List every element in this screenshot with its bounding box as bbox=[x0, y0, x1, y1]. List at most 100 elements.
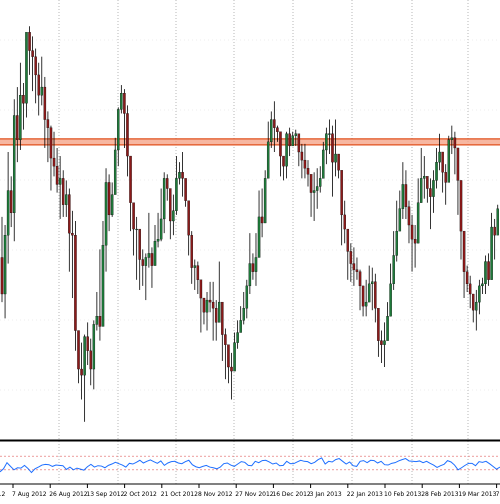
candle-body-down bbox=[196, 265, 200, 280]
candle bbox=[199, 279, 203, 333]
candle-body-up bbox=[389, 283, 392, 317]
candle-body-up bbox=[285, 133, 288, 167]
candle-body-down bbox=[71, 232, 74, 236]
candle-body-down bbox=[16, 115, 19, 140]
resistance-zone bbox=[0, 138, 500, 146]
candle-body-down bbox=[221, 301, 224, 335]
candle bbox=[95, 291, 99, 331]
candle-body-down bbox=[214, 308, 218, 323]
candle-body-down bbox=[55, 166, 59, 185]
candle-body-up bbox=[117, 109, 120, 151]
candle-body-up bbox=[328, 133, 331, 135]
candle bbox=[426, 176, 429, 203]
candle-body-up bbox=[263, 178, 267, 224]
candle bbox=[315, 168, 319, 209]
candle-body-up bbox=[401, 184, 405, 209]
candle-body-down bbox=[129, 155, 132, 203]
candle-body-up bbox=[475, 301, 478, 311]
candle-body-up bbox=[162, 178, 166, 220]
candle-body-down bbox=[211, 301, 215, 309]
candle-body-down bbox=[456, 147, 460, 181]
candle-body-up bbox=[144, 257, 148, 266]
candle-body-down bbox=[343, 214, 346, 230]
candle bbox=[110, 182, 114, 217]
candle bbox=[196, 261, 200, 294]
candle-body-down bbox=[306, 168, 310, 175]
candle-body-up bbox=[364, 301, 368, 307]
candle-body-up bbox=[95, 316, 99, 325]
candle-body-down bbox=[141, 259, 145, 266]
candle-body-down bbox=[31, 50, 34, 57]
candle bbox=[459, 180, 463, 260]
candle-body-down bbox=[404, 184, 408, 207]
candle-body-down bbox=[346, 228, 350, 252]
candle-body-down bbox=[0, 257, 4, 295]
candle bbox=[468, 275, 472, 309]
candle bbox=[22, 83, 25, 130]
candle bbox=[429, 178, 432, 230]
candle-body-down bbox=[331, 133, 334, 163]
candle bbox=[322, 141, 325, 179]
candle-body-down bbox=[68, 194, 71, 234]
candle bbox=[25, 32, 28, 118]
candle-body-down bbox=[337, 153, 340, 171]
candle-body-up bbox=[120, 93, 123, 110]
candle bbox=[300, 143, 304, 179]
candle-body-up bbox=[419, 178, 423, 203]
candle-body-down bbox=[444, 172, 447, 183]
candle bbox=[49, 125, 53, 191]
candle-body-down bbox=[468, 283, 472, 295]
candle-body-up bbox=[159, 218, 163, 240]
candle bbox=[456, 147, 460, 215]
candle-body-up bbox=[432, 180, 435, 197]
candle bbox=[107, 174, 111, 232]
candle-body-up bbox=[315, 186, 319, 191]
candle bbox=[135, 216, 138, 280]
candle-body-up bbox=[490, 226, 493, 280]
candle bbox=[266, 121, 270, 179]
candle-body-down bbox=[184, 178, 187, 201]
candle-body-up bbox=[218, 301, 221, 323]
candle-body-down bbox=[150, 253, 154, 266]
candle-body-up bbox=[3, 235, 7, 295]
candle bbox=[407, 200, 411, 244]
candle-body-up bbox=[312, 190, 316, 193]
candle-body-down bbox=[37, 74, 40, 96]
candle-body-down bbox=[471, 293, 475, 311]
candle bbox=[312, 172, 316, 221]
candle-body-down bbox=[429, 188, 432, 197]
candle bbox=[447, 135, 451, 183]
candle bbox=[9, 176, 13, 228]
candle-body-up bbox=[291, 135, 294, 147]
candle bbox=[248, 233, 252, 294]
candle-body-up bbox=[239, 320, 242, 333]
candle-body-down bbox=[309, 174, 313, 193]
time-tick-label: 21 Oct 2012 bbox=[161, 491, 198, 498]
candle bbox=[288, 127, 291, 157]
candle-body-up bbox=[153, 241, 157, 266]
candle-body-down bbox=[46, 119, 50, 128]
candle bbox=[28, 26, 31, 75]
candle bbox=[291, 131, 294, 147]
candle-body-up bbox=[178, 172, 181, 179]
candle-body-down bbox=[49, 127, 53, 159]
candle bbox=[257, 190, 261, 258]
candle bbox=[214, 300, 218, 341]
candle-body-down bbox=[279, 131, 282, 157]
candle bbox=[175, 156, 178, 215]
candle-body-down bbox=[187, 200, 190, 236]
candle bbox=[444, 164, 447, 205]
candle bbox=[380, 330, 383, 363]
candle-body-down bbox=[377, 308, 380, 341]
candle-body-down bbox=[9, 190, 13, 214]
time-axis: 7 Aug 2012 26 Aug 201213 Sep 2012 2 Oct 20… bbox=[0, 484, 500, 498]
candle bbox=[205, 291, 209, 331]
candle bbox=[352, 247, 356, 286]
candle bbox=[245, 279, 249, 319]
candle-body-down bbox=[230, 366, 233, 372]
candle bbox=[193, 259, 197, 290]
candle-body-down bbox=[340, 170, 343, 216]
candle bbox=[58, 156, 62, 219]
candle-body-down bbox=[251, 263, 255, 272]
candle bbox=[132, 202, 135, 256]
